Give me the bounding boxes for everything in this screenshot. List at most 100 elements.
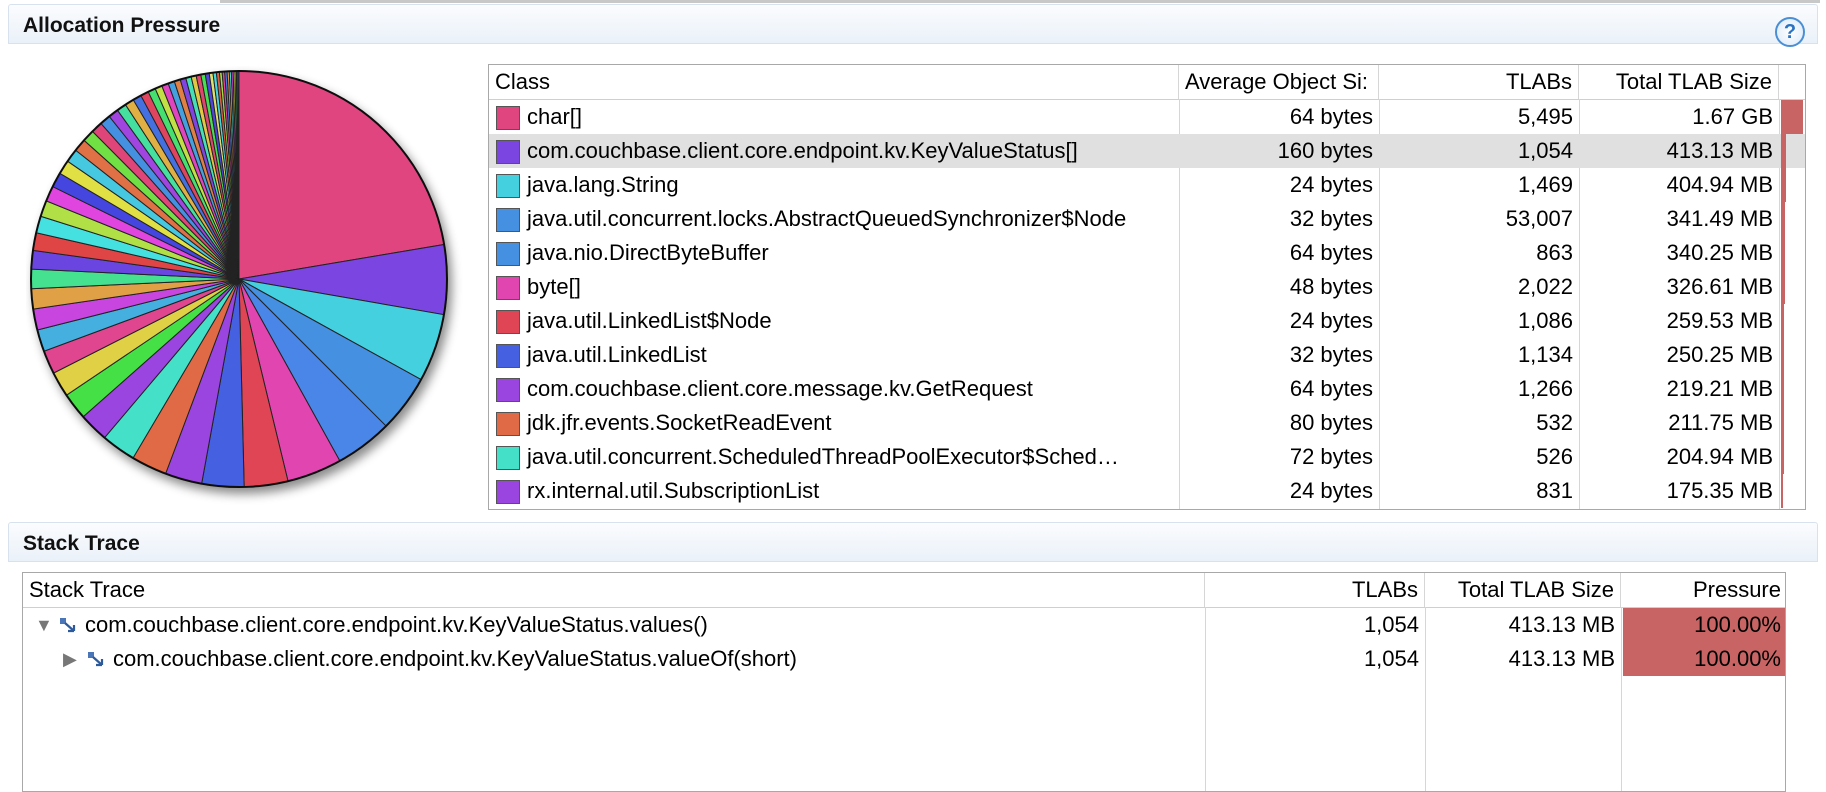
total-tlab-size: 211.75 MB bbox=[1668, 410, 1773, 435]
class-name: java.util.concurrent.ScheduledThreadPool… bbox=[527, 444, 1119, 469]
table-row[interactable]: java.util.concurrent.ScheduledThreadPool… bbox=[489, 440, 1805, 474]
table-row[interactable]: com.couchbase.client.core.message.kv.Get… bbox=[489, 372, 1805, 406]
total-tlab-size: 340.25 MB bbox=[1666, 240, 1773, 265]
section-title-stack-trace: Stack Trace bbox=[23, 532, 140, 555]
total-tlab-size: 413.13 MB bbox=[1666, 138, 1773, 163]
stack-table-body: ▼ com.couchbase.client.core.endpoint.kv.K… bbox=[23, 608, 1785, 676]
pressure-bar bbox=[1781, 338, 1784, 372]
avg-object-size: 24 bytes bbox=[1289, 478, 1373, 503]
stack-frame-method: com.couchbase.client.core.endpoint.kv.Ke… bbox=[113, 646, 797, 671]
pie-slice[interactable] bbox=[238, 70, 445, 280]
pressure-bar bbox=[1781, 372, 1784, 406]
stack-frame-method: com.couchbase.client.core.endpoint.kv.Ke… bbox=[85, 612, 708, 637]
class-color-swatch bbox=[496, 174, 520, 198]
total-tlab-size: 326.61 MB bbox=[1666, 274, 1773, 299]
class-name: java.util.LinkedList bbox=[527, 342, 707, 367]
total-tlab-size: 404.94 MB bbox=[1666, 172, 1773, 197]
tlab-count: 1,134 bbox=[1517, 342, 1573, 367]
pressure-bar bbox=[1781, 440, 1784, 474]
pressure-bar bbox=[1781, 270, 1785, 304]
method-icon bbox=[59, 617, 77, 633]
avg-object-size: 32 bytes bbox=[1289, 206, 1373, 231]
tlab-count: 1,086 bbox=[1517, 308, 1573, 333]
stack-trace-header: Stack Trace bbox=[8, 522, 1818, 562]
column-header-pressure-bar bbox=[1779, 65, 1805, 99]
class-color-swatch bbox=[496, 412, 520, 436]
tlab-count: 863 bbox=[1536, 240, 1573, 265]
class-name: java.lang.String bbox=[527, 172, 679, 197]
class-name: java.util.LinkedList$Node bbox=[527, 308, 772, 333]
pressure-bar bbox=[1781, 406, 1784, 440]
pressure-bar bbox=[1781, 134, 1786, 168]
pressure-bar bbox=[1781, 168, 1786, 202]
class-color-swatch bbox=[496, 242, 520, 266]
class-color-swatch bbox=[496, 310, 520, 334]
stack-total-tlab-size: 413.13 MB bbox=[1508, 612, 1615, 637]
class-name: jdk.jfr.events.SocketReadEvent bbox=[527, 410, 832, 435]
avg-object-size: 80 bytes bbox=[1289, 410, 1373, 435]
pressure-value: 100.00% bbox=[1694, 612, 1781, 637]
table-row[interactable]: char[] 64 bytes 5,495 1.67 GB bbox=[489, 100, 1805, 134]
expand-triangle-icon[interactable]: ▶ bbox=[63, 642, 77, 676]
class-color-swatch bbox=[496, 276, 520, 300]
class-color-swatch bbox=[496, 344, 520, 368]
stack-frame-row[interactable]: ▼ com.couchbase.client.core.endpoint.kv.K… bbox=[23, 608, 1785, 642]
table-row[interactable]: java.util.LinkedList$Node 24 bytes 1,086 25… bbox=[489, 304, 1805, 338]
help-icon[interactable]: ? bbox=[1775, 17, 1805, 47]
column-header-total-tlab-size[interactable]: Total TLAB Size bbox=[1579, 65, 1779, 99]
avg-object-size: 48 bytes bbox=[1289, 274, 1373, 299]
stack-trace-table[interactable]: Stack Trace TLABs Total TLAB Size Pressu… bbox=[22, 572, 1786, 792]
column-header-stack-tlabs[interactable]: TLABs bbox=[1205, 573, 1425, 607]
column-header-stack-total-tlab-size[interactable]: Total TLAB Size bbox=[1425, 573, 1621, 607]
tlab-count: 1,266 bbox=[1517, 376, 1573, 401]
class-name: java.nio.DirectByteBuffer bbox=[527, 240, 769, 265]
stack-frame-row[interactable]: ▶ com.couchbase.client.core.endpoint.kv.K… bbox=[23, 642, 1785, 676]
pressure-bar bbox=[1781, 236, 1785, 270]
total-tlab-size: 341.49 MB bbox=[1666, 206, 1773, 231]
table-row[interactable]: java.util.LinkedList 32 bytes 1,134 250.25 … bbox=[489, 338, 1805, 372]
avg-object-size: 24 bytes bbox=[1289, 308, 1373, 333]
avg-object-size: 32 bytes bbox=[1289, 342, 1373, 367]
pressure-bar bbox=[1781, 474, 1783, 508]
total-tlab-size: 204.94 MB bbox=[1666, 444, 1773, 469]
allocation-pressure-header: Allocation Pressure ? bbox=[8, 4, 1818, 47]
avg-object-size: 64 bytes bbox=[1289, 104, 1373, 129]
tlab-count: 1,054 bbox=[1517, 138, 1573, 163]
column-header-tlabs[interactable]: TLABs bbox=[1379, 65, 1579, 99]
avg-object-size: 72 bytes bbox=[1289, 444, 1373, 469]
class-color-swatch bbox=[496, 140, 520, 164]
stack-tlab-count: 1,054 bbox=[1363, 646, 1419, 671]
class-color-swatch bbox=[496, 446, 520, 470]
avg-object-size: 64 bytes bbox=[1289, 240, 1373, 265]
tlab-count: 526 bbox=[1536, 444, 1573, 469]
column-header-avg-size[interactable]: Average Object Si: bbox=[1179, 65, 1379, 99]
tlab-count: 1,469 bbox=[1517, 172, 1573, 197]
class-color-swatch bbox=[496, 208, 520, 232]
column-header-class[interactable]: Class bbox=[489, 65, 1179, 99]
tlab-count: 5,495 bbox=[1517, 104, 1573, 129]
stack-table-header: Stack Trace TLABs Total TLAB Size Pressu… bbox=[23, 573, 1785, 608]
table-row[interactable]: java.lang.String 24 bytes 1,469 404.94 MB bbox=[489, 168, 1805, 202]
column-header-pressure[interactable]: Pressure bbox=[1621, 573, 1785, 607]
column-header-stack-trace[interactable]: Stack Trace bbox=[23, 573, 1205, 607]
table-row[interactable]: byte[] 48 bytes 2,022 326.61 MB bbox=[489, 270, 1805, 304]
collapse-triangle-icon[interactable]: ▼ bbox=[35, 608, 53, 642]
table-row[interactable]: com.couchbase.client.core.endpoint.kv.Ke… bbox=[489, 134, 1805, 168]
pie-svg bbox=[30, 70, 448, 488]
method-icon bbox=[87, 651, 105, 667]
table-row[interactable]: java.nio.DirectByteBuffer 64 bytes 863 340.… bbox=[489, 236, 1805, 270]
avg-object-size: 160 bytes bbox=[1277, 138, 1373, 163]
allocation-pie-chart[interactable] bbox=[26, 66, 466, 506]
total-tlab-size: 219.21 MB bbox=[1666, 376, 1773, 401]
pressure-bar bbox=[1781, 100, 1803, 134]
table-row[interactable]: jdk.jfr.events.SocketReadEvent 80 bytes 53… bbox=[489, 406, 1805, 440]
stack-total-tlab-size: 413.13 MB bbox=[1508, 646, 1615, 671]
table-row[interactable]: java.util.concurrent.locks.AbstractQueue… bbox=[489, 202, 1805, 236]
class-name: char[] bbox=[527, 104, 583, 129]
class-name: rx.internal.util.SubscriptionList bbox=[527, 478, 820, 503]
tlab-count: 831 bbox=[1536, 478, 1573, 503]
class-color-swatch bbox=[496, 480, 520, 504]
allocation-table[interactable]: Class Average Object Si: TLABs Total TLA… bbox=[488, 64, 1806, 510]
table-row[interactable]: rx.internal.util.SubscriptionList 24 byte… bbox=[489, 474, 1805, 508]
total-tlab-size: 259.53 MB bbox=[1666, 308, 1773, 333]
